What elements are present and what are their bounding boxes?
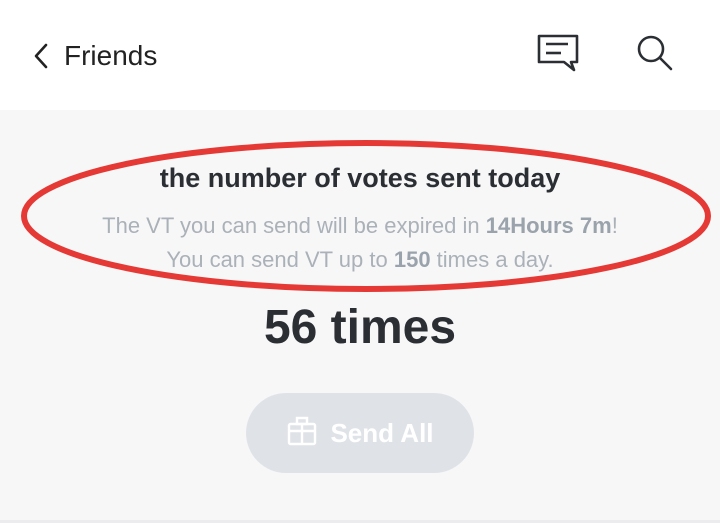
- expiry-text: The VT you can send will be expired in 1…: [0, 213, 720, 239]
- message-icon: [535, 32, 581, 79]
- expiry-time: 14Hours 7m: [485, 213, 612, 238]
- votes-heading: the number of votes sent today: [159, 163, 561, 193]
- send-all-label: Send All: [330, 417, 434, 448]
- page-title: Friends: [64, 40, 158, 71]
- expiry-text-prefix: The VT you can send will be expired in: [102, 213, 486, 238]
- daily-limit-suffix: times a day.: [430, 247, 554, 272]
- search-button[interactable]: [630, 30, 680, 80]
- send-all-button[interactable]: Send All: [246, 393, 474, 473]
- daily-limit-text: You can send VT up to 150 times a day.: [0, 247, 720, 273]
- votes-count: 56 times: [263, 301, 457, 354]
- chevron-left-icon: [32, 42, 56, 70]
- gift-box-icon: [286, 415, 318, 452]
- daily-limit-prefix: You can send VT up to: [166, 247, 394, 272]
- top-bar: Friends: [0, 0, 720, 110]
- message-button[interactable]: [533, 30, 583, 80]
- search-icon: [634, 32, 676, 79]
- daily-limit-value: 150: [393, 247, 431, 272]
- back-button[interactable]: Friends: [32, 30, 157, 82]
- expiry-text-suffix: !: [611, 213, 618, 238]
